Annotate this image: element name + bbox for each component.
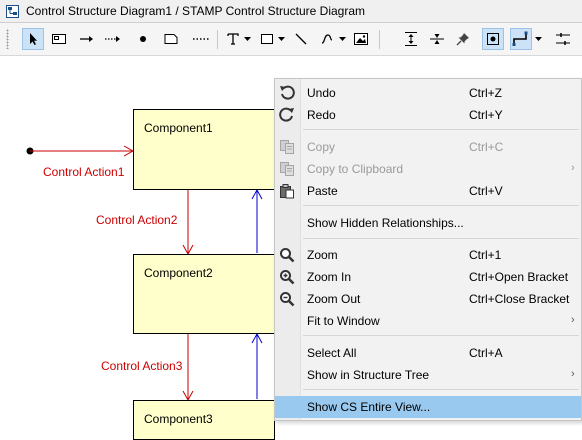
menu-item-zoom[interactable]: Zoom Ctrl+1	[275, 244, 581, 266]
menu-item-show-hidden-relationships[interactable]: Show Hidden Relationships...	[275, 212, 581, 234]
menu-separator	[303, 389, 579, 390]
menu-item-redo[interactable]: Redo Ctrl+Y	[275, 104, 581, 126]
curve-dropdown-icon[interactable]	[337, 28, 347, 50]
menu-separator	[303, 205, 579, 206]
align-horizontal-icon[interactable]	[426, 28, 448, 50]
toolbar-separator	[379, 30, 380, 49]
paste-icon	[278, 182, 296, 200]
undo-icon	[278, 84, 296, 102]
pointer-tool-icon[interactable]	[22, 28, 44, 50]
arrow-tool-icon[interactable]	[76, 28, 98, 50]
window-titlebar: Control Structure Diagram1 / STAMP Contr…	[0, 0, 582, 23]
component-box[interactable]: Component1	[133, 109, 275, 190]
menu-separator	[303, 129, 579, 130]
align-vertical-icon[interactable]	[400, 28, 422, 50]
menu-separator	[303, 238, 579, 239]
curve-tool-icon[interactable]	[316, 28, 338, 50]
component-label: Component2	[144, 266, 213, 280]
control-action-label[interactable]: Control Action3	[101, 359, 182, 373]
submenu-arrow-icon: ›	[571, 368, 575, 380]
diagram-toolbar	[0, 23, 582, 56]
toolbar-separator	[217, 30, 218, 49]
zoom-out-icon	[278, 290, 296, 308]
toolbar-grip[interactable]	[6, 29, 9, 49]
context-menu: Undo Ctrl+Z Redo Ctrl+Y Copy Ctrl+C Copy…	[274, 78, 582, 421]
window-title: Control Structure Diagram1 / STAMP Contr…	[26, 4, 366, 18]
submenu-arrow-icon: ›	[571, 314, 575, 326]
menu-item-zoom-out[interactable]: Zoom Out Ctrl+Close Bracket	[275, 288, 581, 310]
image-tool-icon[interactable]	[350, 28, 372, 50]
text-tool-icon[interactable]	[222, 28, 244, 50]
menu-item-zoom-in[interactable]: Zoom In Ctrl+Open Bracket	[275, 266, 581, 288]
rectangle-tool-icon[interactable]	[256, 28, 278, 50]
dotted-line-tool-icon[interactable]	[190, 28, 212, 50]
menu-item-show-cs-entire-view[interactable]: Show CS Entire View...	[275, 396, 581, 418]
zoom-icon	[278, 246, 296, 264]
menu-item-select-all[interactable]: Select All Ctrl+A	[275, 342, 581, 364]
line-tool-icon[interactable]	[290, 28, 312, 50]
menu-item-show-in-structure-tree[interactable]: Show in Structure Tree ›	[275, 364, 581, 386]
control-action-label[interactable]: Control Action1	[43, 165, 124, 179]
menu-item-fit-to-window[interactable]: Fit to Window ›	[275, 310, 581, 332]
point-tool-icon[interactable]	[132, 28, 154, 50]
line-style-icon[interactable]	[510, 28, 532, 50]
copy-icon	[278, 138, 296, 156]
component-label: Component1	[144, 121, 213, 135]
menu-item-copy[interactable]: Copy Ctrl+C	[275, 136, 581, 158]
menu-item-paste[interactable]: Paste Ctrl+V	[275, 180, 581, 202]
rectangle-dropdown-icon[interactable]	[276, 28, 286, 50]
pin-icon[interactable]	[452, 28, 474, 50]
control-action-label[interactable]: Control Action2	[96, 213, 177, 227]
component-tool-icon[interactable]	[48, 28, 70, 50]
component-label: Component3	[144, 412, 213, 426]
text-dropdown-icon[interactable]	[242, 28, 252, 50]
diagram-app-icon	[6, 5, 19, 18]
zoom-in-icon	[278, 268, 296, 286]
snap-icon[interactable]	[482, 28, 504, 50]
note-tool-icon[interactable]	[160, 28, 182, 50]
layout-tool-icon[interactable]	[552, 28, 574, 50]
component-box[interactable]: Component3	[133, 400, 275, 440]
line-style-dropdown-icon[interactable]	[533, 28, 543, 50]
menu-separator	[303, 335, 579, 336]
dotted-arrow-tool-icon[interactable]	[102, 28, 124, 50]
menu-item-undo[interactable]: Undo Ctrl+Z	[275, 82, 581, 104]
redo-icon	[278, 106, 296, 124]
menu-item-copy-to-clipboard[interactable]: Copy to Clipboard ›	[275, 158, 581, 180]
component-box[interactable]: Component2	[133, 254, 275, 334]
copy-clipboard-icon	[278, 160, 296, 178]
submenu-arrow-icon: ›	[571, 162, 575, 174]
